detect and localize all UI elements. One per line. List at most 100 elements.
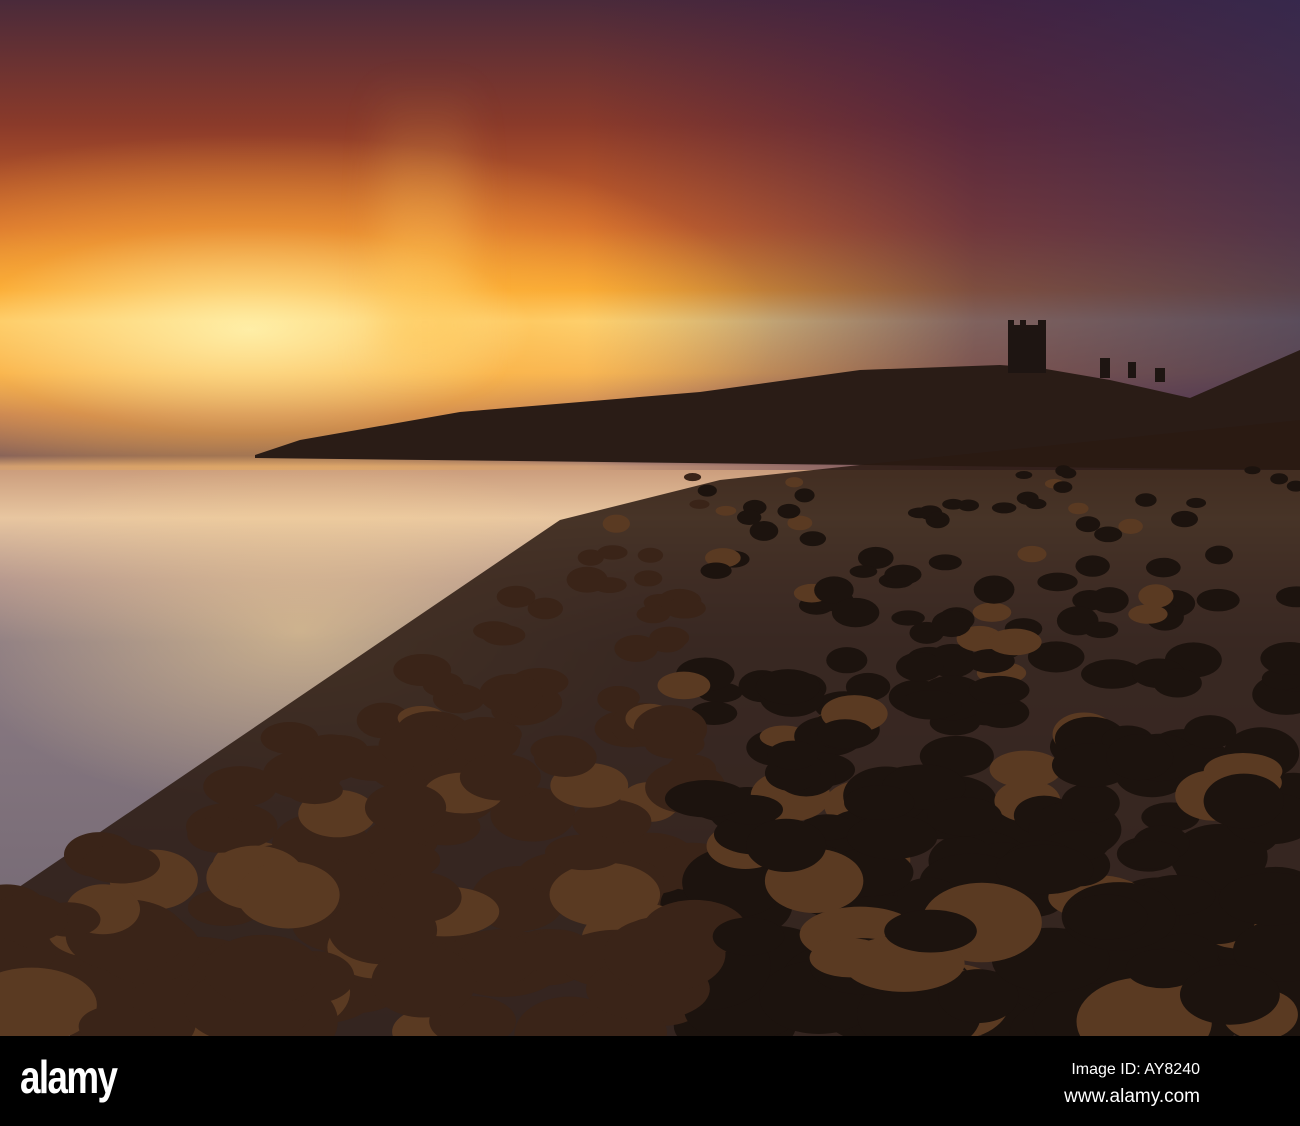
stone bbox=[972, 602, 1012, 622]
stone bbox=[755, 669, 821, 705]
stone bbox=[649, 626, 690, 649]
stone bbox=[715, 505, 737, 516]
stone bbox=[689, 499, 710, 509]
stone bbox=[634, 570, 663, 587]
stone bbox=[896, 652, 944, 682]
image-id: Image ID: AY8240 bbox=[1071, 1061, 1200, 1078]
stone bbox=[377, 871, 462, 923]
stone bbox=[1075, 555, 1110, 577]
stone bbox=[973, 575, 1015, 604]
stone bbox=[697, 484, 717, 497]
stone bbox=[296, 734, 365, 782]
sunset-coast-photo bbox=[0, 0, 1300, 1036]
stone bbox=[479, 673, 543, 714]
stone bbox=[1203, 773, 1285, 829]
stone bbox=[1244, 466, 1261, 475]
site-url: www.alamy.com bbox=[1064, 1086, 1200, 1107]
stone bbox=[1146, 557, 1181, 578]
stone bbox=[663, 597, 706, 619]
stone bbox=[1075, 516, 1101, 533]
stone bbox=[1171, 510, 1198, 528]
stone bbox=[907, 507, 932, 519]
stone bbox=[496, 585, 536, 608]
stone bbox=[664, 780, 748, 818]
stone bbox=[927, 797, 1002, 837]
stone bbox=[891, 610, 925, 626]
stone bbox=[371, 946, 476, 1018]
stone bbox=[549, 862, 661, 927]
stone bbox=[1205, 545, 1233, 565]
stone bbox=[1061, 783, 1120, 823]
stone bbox=[566, 566, 608, 593]
stone bbox=[957, 499, 980, 512]
stone bbox=[1055, 465, 1072, 477]
stone bbox=[987, 628, 1042, 656]
stone bbox=[530, 735, 591, 765]
stone bbox=[1037, 572, 1078, 592]
stone bbox=[767, 740, 819, 770]
stone bbox=[459, 753, 541, 801]
stone bbox=[846, 814, 938, 860]
stone bbox=[523, 929, 593, 976]
stone bbox=[1118, 840, 1181, 869]
stone bbox=[700, 562, 732, 579]
stone bbox=[844, 785, 915, 820]
stone bbox=[1015, 471, 1033, 480]
stone bbox=[644, 729, 705, 759]
stone bbox=[1138, 584, 1174, 608]
stone bbox=[1017, 545, 1047, 563]
stone bbox=[364, 782, 447, 833]
stone bbox=[1064, 894, 1148, 940]
stone bbox=[899, 690, 962, 720]
stone bbox=[995, 844, 1094, 895]
stone bbox=[597, 686, 638, 713]
stone bbox=[1270, 473, 1289, 485]
scene-svg bbox=[0, 320, 1300, 1036]
stone bbox=[928, 554, 962, 571]
stone bbox=[737, 509, 762, 525]
stone bbox=[777, 503, 801, 519]
stone bbox=[785, 477, 804, 488]
stone bbox=[657, 671, 711, 700]
stock-photo: alamy Image ID: AY8240 www.alamy.com bbox=[0, 0, 1300, 1126]
stone bbox=[746, 818, 827, 873]
alamy-logo: alamy bbox=[20, 1051, 118, 1103]
stone bbox=[1179, 964, 1280, 1025]
stone bbox=[577, 549, 604, 566]
stone bbox=[1094, 526, 1123, 543]
stone bbox=[481, 624, 526, 646]
stone bbox=[1135, 493, 1157, 507]
stone bbox=[1025, 498, 1047, 510]
stone bbox=[81, 844, 161, 884]
stone bbox=[968, 675, 1030, 705]
stone bbox=[884, 909, 977, 953]
footer-bar: alamy Image ID: AY8240 www.alamy.com bbox=[0, 1036, 1300, 1126]
stone bbox=[544, 834, 624, 871]
stone bbox=[1186, 497, 1207, 509]
stone bbox=[799, 531, 827, 547]
stone bbox=[931, 610, 972, 638]
stone bbox=[991, 502, 1017, 514]
stone bbox=[1118, 518, 1143, 535]
stone bbox=[1090, 587, 1129, 614]
stone bbox=[1183, 715, 1237, 749]
stone bbox=[1153, 668, 1202, 698]
stone bbox=[817, 719, 873, 749]
stone bbox=[831, 597, 880, 628]
stone bbox=[884, 564, 922, 585]
stone bbox=[1068, 502, 1089, 515]
stone bbox=[849, 565, 878, 578]
stone bbox=[1083, 621, 1119, 639]
stone bbox=[637, 547, 664, 563]
stone bbox=[602, 514, 630, 533]
stone bbox=[683, 473, 702, 482]
castle bbox=[1008, 320, 1165, 382]
stone bbox=[1106, 734, 1174, 781]
stone bbox=[794, 488, 815, 503]
stone bbox=[1128, 604, 1168, 624]
stone bbox=[1196, 588, 1240, 612]
stone bbox=[809, 938, 890, 978]
stone bbox=[826, 647, 868, 674]
stone bbox=[236, 861, 340, 929]
stone bbox=[204, 934, 321, 1006]
